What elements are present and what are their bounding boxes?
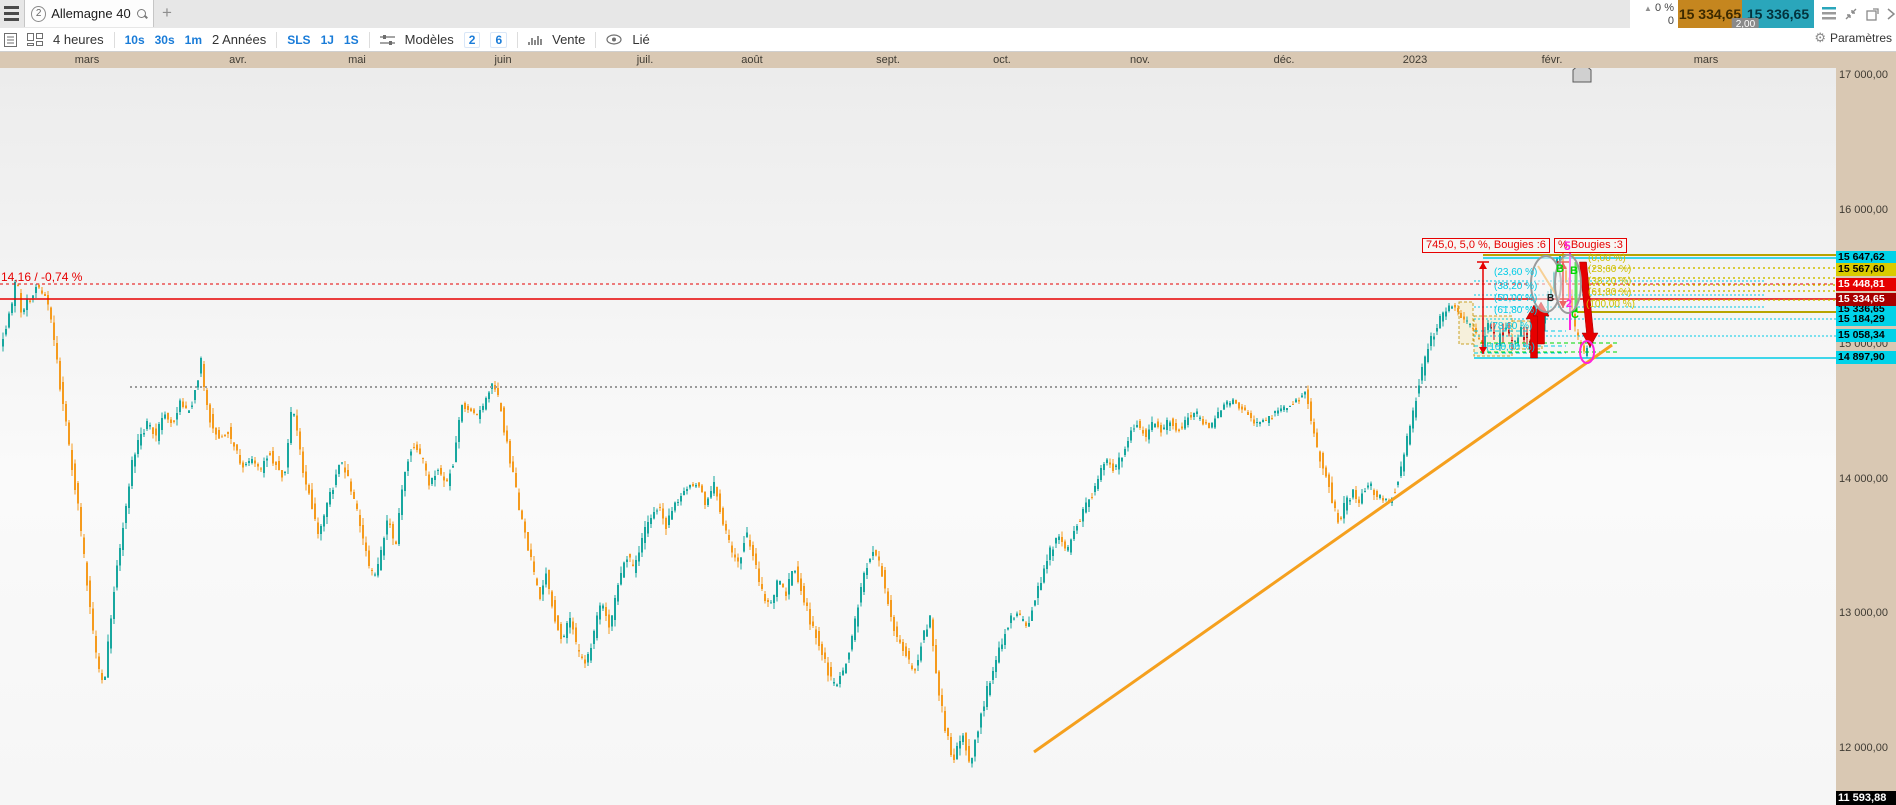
mode-1s[interactable]: 1S: [344, 33, 359, 47]
linked-eye-icon[interactable]: [606, 34, 622, 45]
mode-sls[interactable]: SLS: [287, 33, 310, 47]
chart-annotation-label: B: [1556, 263, 1564, 275]
chart-annotation-label: 5: [1564, 239, 1571, 253]
volume-chart-icon[interactable]: [528, 33, 542, 46]
low-price-tag: 11 593,88: [1836, 791, 1896, 805]
tab-number-badge: 2: [31, 5, 47, 22]
chart-toolbar: 4 heures 10s 30s 1m 2 Années SLS 1J 1S M…: [0, 28, 1896, 52]
month-label: mai: [348, 54, 366, 66]
chart-annotation-label: (23,60 %): [1494, 267, 1538, 278]
price-axis[interactable]: 17 000,00 16 000,00 15 000,00 14 000,00 13 0…: [1836, 52, 1896, 805]
order-list-icon[interactable]: [4, 32, 17, 47]
chart-annotation-label: (61,80 %): [1588, 287, 1632, 298]
trading-platform-window: 2 Allemagne 40 + ▲ 0 % 0 15 334,65 15 33…: [0, 0, 1896, 805]
chart-annotation-label: C: [1571, 309, 1579, 321]
chart-annotation-label: (38,20 %): [1588, 276, 1632, 287]
month-label: avr.: [229, 54, 247, 66]
order-buttons: 15 334,65 15 336,65 2,00: [1678, 0, 1814, 30]
price-tag: 15 448,81: [1836, 277, 1896, 291]
range-selector[interactable]: 2 Années: [212, 32, 266, 47]
month-label: déc.: [1273, 54, 1295, 66]
timeframe-30s[interactable]: 30s: [155, 33, 175, 47]
candlestick-chart[interactable]: [0, 0, 1836, 805]
price-tag: 15 184,29: [1836, 312, 1896, 326]
month-label: mars: [1693, 54, 1719, 66]
y-axis-tick: 12 000,00: [1839, 741, 1888, 754]
layout-icon[interactable]: [27, 33, 43, 46]
month-label: juin: [494, 54, 512, 66]
time-axis[interactable]: mars avr. mai juin juil. août sept. oct. nov. déc…: [0, 52, 1836, 68]
candles: [2, 252, 1594, 768]
month-label: mars: [74, 54, 100, 66]
tab-title: Allemagne 40: [51, 6, 131, 21]
chart-annotation-label: (100,00 %): [1486, 342, 1535, 353]
month-label: août: [741, 54, 763, 66]
y-axis-tick: 14 000,00: [1839, 472, 1888, 485]
chart-annotation-label: (23,60 %): [1588, 264, 1632, 275]
chart-annotation-label: (61,80 %): [1494, 305, 1538, 316]
quote-panel: ▲ 0 % 0 15 334,65 15 336,65 2,00: [1630, 0, 1896, 30]
price-tag: 15 567,60: [1836, 262, 1896, 276]
price-tag: 15 058,34: [1836, 328, 1896, 342]
search-icon[interactable]: [136, 8, 148, 20]
chart-annotation-label: (38,20 %): [1494, 281, 1538, 292]
chart-annotation-label: B: [1547, 293, 1555, 304]
timeframe-1m[interactable]: 1m: [185, 33, 202, 47]
trendline: [1033, 343, 1613, 754]
instrument-tab[interactable]: 2 Allemagne 40: [24, 0, 154, 27]
month-label: 2023: [1402, 54, 1428, 66]
y-axis-tick: 16 000,00: [1839, 203, 1888, 216]
price-tag: 14 897,90: [1836, 350, 1896, 364]
models-count-2[interactable]: 6: [490, 31, 508, 48]
position-pnl-label: 14,16 / -0,74 %: [1, 270, 83, 284]
mode-1j[interactable]: 1J: [321, 33, 334, 47]
collapse-icon[interactable]: [1844, 7, 1858, 21]
chart-annotation-label: (100,00 %): [1586, 299, 1635, 310]
change-indicator: ▲ 0 % 0: [1644, 2, 1674, 27]
month-label: sept.: [876, 54, 900, 66]
measure-arrow-745: [1479, 262, 1487, 269]
tab-bar: 2 Allemagne 40 + ▲ 0 % 0 15 334,65 15 33…: [0, 0, 1896, 30]
chevron-right-icon[interactable]: [1887, 8, 1895, 20]
chart-annotation-label: B: [1570, 265, 1578, 277]
y-axis-tick: 13 000,00: [1839, 607, 1888, 619]
y-axis-tick: 17 000,00: [1839, 69, 1888, 81]
models-count-1[interactable]: 2: [463, 31, 481, 48]
month-label: juil.: [636, 54, 654, 66]
chart-annotation-label: (0,00 %): [1588, 253, 1626, 264]
pattern-label-1[interactable]: 745,0, 5,0 %, Bougies :6: [1422, 238, 1550, 253]
gear-icon: ⚙: [1814, 30, 1826, 45]
main-menu-button[interactable]: [0, 0, 24, 28]
parameters-button[interactable]: ⚙ Paramètres: [1814, 30, 1892, 46]
timeframe-selector[interactable]: 4 heures: [53, 32, 104, 47]
change-up-icon: ▲: [1644, 4, 1652, 13]
vente-button[interactable]: Vente: [552, 32, 585, 47]
market-depth-icon[interactable]: [1822, 6, 1836, 22]
pattern-zone: [1458, 301, 1474, 345]
open-window-icon[interactable]: [1866, 7, 1879, 21]
timeframe-10s[interactable]: 10s: [125, 33, 145, 47]
models-button[interactable]: Modèles: [405, 32, 454, 47]
chart-annotation-label: (78,60 %): [1489, 321, 1533, 332]
chart-annotation-label: (50,00 %): [1494, 293, 1538, 304]
indicators-icon[interactable]: [379, 34, 395, 46]
month-label: nov.: [1130, 54, 1150, 66]
month-label: oct.: [993, 54, 1011, 66]
price-tag: 15 334,65: [1836, 292, 1896, 306]
new-tab-button[interactable]: +: [162, 3, 172, 23]
month-label: févr.: [1541, 54, 1563, 66]
lie-button[interactable]: Lié: [632, 32, 649, 47]
